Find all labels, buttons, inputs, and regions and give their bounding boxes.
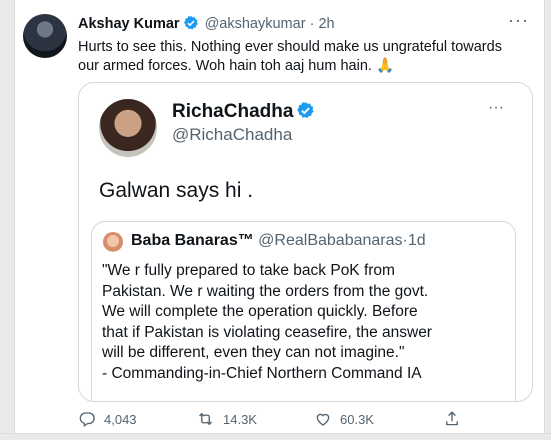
nested-quote-line: - Commanding-in-Chief Northern Command I… bbox=[102, 364, 422, 382]
tweet-text: Hurts to see this. Nothing ever should m… bbox=[78, 39, 502, 74]
nested-quote-card[interactable]: Baba Banaras™ @RealBababanaras·1d "We r … bbox=[91, 221, 516, 401]
reply-icon bbox=[78, 410, 96, 428]
retweet-count: 14.3K bbox=[223, 411, 257, 427]
author-avatar[interactable] bbox=[23, 14, 67, 58]
verified-badge-icon bbox=[296, 101, 315, 126]
retweet-icon bbox=[196, 410, 215, 428]
nested-quote-line: that if Pakistan is violating ceasefire,… bbox=[102, 323, 432, 341]
quoted-author-avatar[interactable] bbox=[99, 99, 157, 157]
nested-quote-line: We will complete the operation quickly. … bbox=[102, 303, 418, 320]
quoted-tweet-card[interactable]: RichaChadha @RichaChadha ··· Galwan says… bbox=[78, 82, 533, 402]
tweet-actions-bar: 4,043 14.3K 60.3K bbox=[78, 410, 468, 430]
retweet-button[interactable]: 14.3K bbox=[196, 410, 257, 428]
like-icon bbox=[314, 410, 332, 428]
quoted-author-name[interactable]: RichaChadha bbox=[172, 101, 293, 122]
nested-quote-line: Pakistan. We r waiting the orders from t… bbox=[102, 282, 429, 300]
verified-badge-icon bbox=[183, 15, 199, 35]
nested-quote-line: "We r fully prepared to take back PoK fr… bbox=[102, 262, 395, 279]
nested-time[interactable]: 1d bbox=[408, 232, 426, 249]
author-name[interactable]: Akshay Kumar bbox=[78, 16, 180, 32]
window-frame-left bbox=[0, 0, 15, 440]
tweet-header: Akshay Kumar @akshaykumar · 2h bbox=[78, 15, 335, 35]
window-frame-right bbox=[544, 0, 551, 440]
more-icon[interactable]: ··· bbox=[508, 10, 529, 31]
more-icon[interactable]: ··· bbox=[488, 99, 504, 117]
share-icon bbox=[443, 410, 461, 428]
quoted-tweet-text: Galwan says hi . bbox=[99, 179, 254, 202]
nested-author-name[interactable]: Baba Banaras™ bbox=[131, 232, 254, 249]
reply-count: 4,043 bbox=[104, 411, 137, 427]
like-count: 60.3K bbox=[340, 411, 374, 427]
header-separator: · bbox=[309, 16, 315, 32]
window-frame-bottom bbox=[0, 433, 551, 440]
nested-quote-line: will be different, even they can not ima… bbox=[102, 344, 405, 361]
author-handle[interactable]: @akshaykumar bbox=[205, 16, 306, 32]
quoted-author-name-row: RichaChadha bbox=[172, 101, 317, 126]
nested-quote-text: "We r fully prepared to take back PoK fr… bbox=[102, 261, 512, 384]
share-button[interactable] bbox=[443, 410, 461, 428]
nested-quote-header: Baba Banaras™ @RealBababanaras·1d bbox=[131, 232, 426, 250]
like-button[interactable]: 60.3K bbox=[314, 410, 374, 428]
reply-button[interactable]: 4,043 bbox=[78, 410, 137, 428]
tweet-time[interactable]: 2h bbox=[318, 16, 334, 32]
nested-author-avatar[interactable] bbox=[103, 232, 123, 252]
quoted-author-handle[interactable]: @RichaChadha bbox=[172, 125, 292, 145]
nested-author-handle[interactable]: @RealBababanaras bbox=[258, 232, 402, 249]
